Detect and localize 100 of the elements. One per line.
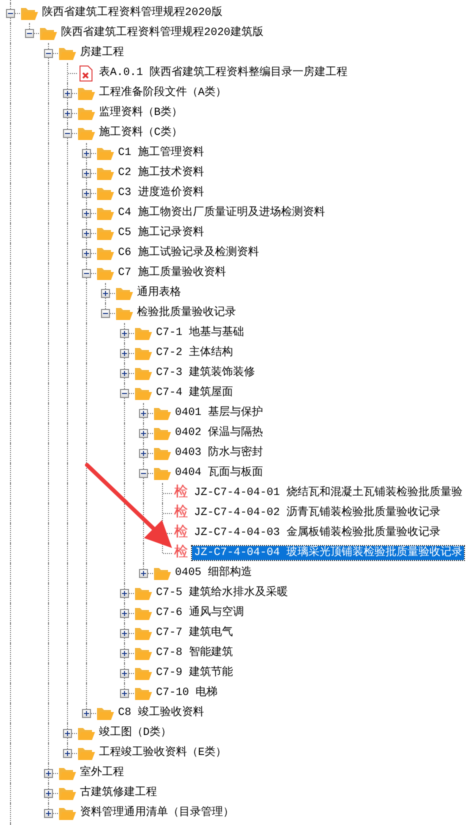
tree-item[interactable]: 资料管理通用清单（目录管理） [78,806,236,820]
plus-icon [65,750,70,756]
plus-icon [84,710,89,716]
minus-icon [65,130,70,136]
tree-item[interactable]: C6 施工试验记录及检测资料 [116,246,261,260]
tree-item[interactable]: C7-2 主体结构 [154,346,236,360]
expand-toggle[interactable] [82,208,91,218]
expand-toggle[interactable] [120,328,129,338]
expand-toggle[interactable] [63,108,72,118]
tree-item[interactable]: 0403 防水与密封 [173,446,266,460]
tree-item[interactable]: C1 施工管理资料 [116,146,206,160]
expand-toggle[interactable] [82,228,91,238]
folder-icon [134,586,152,600]
expand-toggle[interactable] [44,808,53,818]
plus-icon [84,230,89,236]
folder-icon [134,686,152,700]
folder-icon [153,566,171,580]
tree-item[interactable]: JZ-C7-4-04-04 玻璃采光顶铺装检验批质量验收记录 [192,546,464,560]
expand-toggle[interactable] [120,628,129,638]
plus-icon [122,370,127,376]
tree-item[interactable]: C7-1 地基与基础 [154,326,246,340]
tree-item[interactable]: C7-4 建筑屋面 [154,386,236,400]
tree-item[interactable]: C7 施工质量验收资料 [116,266,228,280]
tree-item[interactable]: 0404 瓦面与板面 [173,466,266,480]
folder-icon [96,186,114,200]
tree-item[interactable]: 监理资料（B类） [97,106,185,120]
tree-item[interactable]: 陕西省建筑工程资料管理规程2020版 [40,6,224,20]
collapse-toggle[interactable] [120,388,129,398]
expand-toggle[interactable] [139,448,148,458]
collapse-toggle[interactable] [25,28,34,38]
expand-toggle[interactable] [120,668,129,678]
expand-toggle[interactable] [120,608,129,618]
expand-toggle[interactable] [139,408,148,418]
tree-item[interactable]: C7-10 电梯 [154,686,220,700]
folder-icon [20,6,38,20]
expand-toggle[interactable] [63,728,72,738]
expand-toggle[interactable] [82,148,91,158]
tree-item[interactable]: C2 施工技术资料 [116,166,206,180]
expand-toggle[interactable] [120,648,129,658]
tree-item[interactable]: JZ-C7-4-04-01 烧结瓦和混凝土瓦铺装检验批质量验 [192,486,464,500]
collapse-toggle[interactable] [139,468,148,478]
tree-item[interactable]: 施工资料（C类） [97,126,185,140]
plus-icon [65,110,70,116]
tree-item[interactable]: 工程准备阶段文件（A类） [97,86,229,100]
tree-item[interactable]: C7-5 建筑给水排水及采暖 [154,586,290,600]
expand-toggle[interactable] [44,788,53,798]
tree-item[interactable]: C7-6 通风与空调 [154,606,246,620]
tree-item[interactable]: 陕西省建筑工程资料管理规程2020建筑版 [59,26,266,40]
expand-toggle[interactable] [63,748,72,758]
expand-toggle[interactable] [139,428,148,438]
folder-icon [134,346,152,360]
expand-toggle[interactable] [139,568,148,578]
folder-icon [115,306,133,320]
tree-item[interactable]: 工程竣工验收资料（E类） [97,746,229,760]
plus-icon [141,410,146,416]
tree-item[interactable]: C3 进度造价资料 [116,186,206,200]
expand-toggle[interactable] [120,368,129,378]
folder-icon [96,226,114,240]
minus-icon [84,270,89,276]
folder-icon [153,406,171,420]
expand-toggle[interactable] [82,248,91,258]
plus-icon [141,430,146,436]
expand-toggle[interactable] [120,588,129,598]
document-icon [79,64,93,82]
tree-item[interactable]: C7-7 建筑电气 [154,626,236,640]
collapse-toggle[interactable] [63,128,72,138]
tree-item[interactable]: 竣工图（D类） [97,726,174,740]
minus-icon [141,470,146,476]
tree-item[interactable]: 房建工程 [78,46,126,60]
tree-item[interactable]: C8 竣工验收资料 [116,706,206,720]
expand-toggle[interactable] [63,88,72,98]
plus-icon [122,330,127,336]
folder-icon [115,286,133,300]
tree-item[interactable]: 室外工程 [78,766,126,780]
tree-item[interactable]: C4 施工物资出厂质量证明及进场检测资料 [116,206,327,220]
expand-toggle[interactable] [101,288,110,298]
tree-item[interactable]: 检验批质量验收记录 [135,306,238,320]
collapse-toggle[interactable] [82,268,91,278]
tree-item[interactable]: 表A.0.1 陕西省建筑工程资料整编目录一房建工程 [97,66,350,80]
tree-item[interactable]: C5 施工记录资料 [116,226,206,240]
collapse-toggle[interactable] [101,308,110,318]
expand-toggle[interactable] [120,688,129,698]
tree-item[interactable]: C7-9 建筑节能 [154,666,236,680]
collapse-toggle[interactable] [6,8,15,18]
tree-item[interactable]: 0402 保温与隔热 [173,426,266,440]
expand-toggle[interactable] [120,348,129,358]
tree-item[interactable]: 古建筑修建工程 [78,786,159,800]
expand-toggle[interactable] [44,768,53,778]
folder-icon [134,666,152,680]
tree-item[interactable]: C7-8 智能建筑 [154,646,236,660]
tree-item[interactable]: JZ-C7-4-04-03 金属板铺装检验批质量验收记录 [192,526,442,540]
expand-toggle[interactable] [82,168,91,178]
tree-item[interactable]: 0401 基层与保护 [173,406,266,420]
tree-item[interactable]: 通用表格 [135,286,183,300]
expand-toggle[interactable] [82,708,91,718]
expand-toggle[interactable] [82,188,91,198]
tree-item[interactable]: 0405 细部构造 [173,566,254,580]
tree-item[interactable]: JZ-C7-4-04-02 沥青瓦铺装检验批质量验收记录 [192,506,442,520]
tree-item[interactable]: C7-3 建筑装饰装修 [154,366,258,380]
collapse-toggle[interactable] [44,48,53,58]
